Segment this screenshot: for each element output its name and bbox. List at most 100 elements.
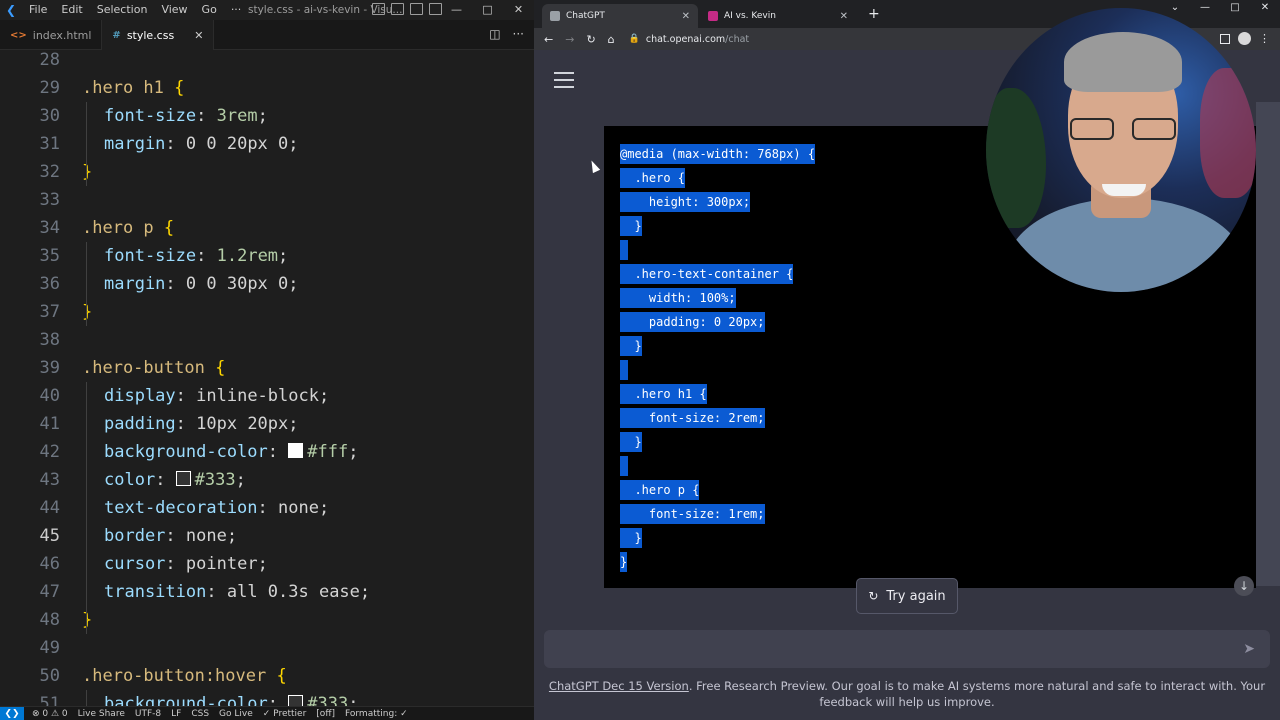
code-line[interactable]: 48} [0,606,534,634]
profile-avatar[interactable] [1238,32,1251,45]
send-icon[interactable]: ➤ [1243,641,1255,657]
encoding-indicator[interactable]: UTF-8 [135,709,161,719]
problems-indicator[interactable]: ⊗ 0 ⚠ 0 [32,709,68,719]
footer-disclaimer: ChatGPT Dec 15 Version. Free Research Pr… [548,678,1266,710]
eol-indicator[interactable]: LF [171,709,181,719]
try-again-button[interactable]: ↻ Try again [856,578,958,614]
formatting-status[interactable]: Formatting: ✓ [345,709,408,719]
code-line[interactable]: 32} [0,158,534,186]
css-selector: .hero-button:hover [82,666,267,686]
line-number: 45 [39,526,60,546]
selected-code-text: font-size: 2rem; [620,408,765,428]
remote-indicator-icon[interactable]: ❮❯ [0,706,24,720]
browser-tab-ai-vs-kevin[interactable]: AI vs. Kevin ✕ [700,4,856,28]
version-link[interactable]: ChatGPT Dec 15 Version [549,679,689,693]
menu-view[interactable]: View [154,0,194,20]
code-editor[interactable]: 28 29 .hero h1 {30 font-size: 3rem; 31 margin… [0,50,534,706]
code-line[interactable]: 49 [0,634,534,662]
go-live-button[interactable]: Go Live [219,709,253,719]
person-hair-shape [1064,32,1182,92]
tab-style-css[interactable]: # style.css ✕ [102,20,215,50]
sidebar-toggle-icon[interactable] [1220,33,1230,44]
line-number: 51 [39,694,60,706]
off-status[interactable]: [off] [316,709,335,719]
chevron-down-icon[interactable]: ⌄ [1160,0,1190,16]
code-line[interactable]: 44 text-decoration: none; [0,494,534,522]
code-block-line: font-size: 2rem; [620,406,765,430]
close-window-icon[interactable]: ✕ [503,0,534,20]
code-line[interactable]: 29 .hero h1 { [0,74,534,102]
language-mode[interactable]: CSS [191,709,209,719]
editor-actions: ◫ ··· [489,27,524,41]
code-line[interactable]: 37} [0,298,534,326]
color-swatch[interactable] [288,695,304,706]
code-line[interactable]: 36 margin: 0 0 30px 0; [0,270,534,298]
close-tab-icon[interactable]: ✕ [682,11,690,22]
color-swatch[interactable] [288,443,304,458]
code-line[interactable]: 40 display: inline-block; [0,382,534,410]
css-property: margin [104,274,166,294]
color-swatch[interactable] [175,471,191,486]
close-tab-icon[interactable]: ✕ [840,11,848,22]
close-window-icon[interactable]: ✕ [1250,0,1280,16]
prettier-status[interactable]: ✓ Prettier [263,709,307,719]
toggle-secondary-sidebar-icon[interactable] [410,3,423,15]
maximize-icon[interactable]: □ [472,0,503,20]
home-icon[interactable]: ⌂ [608,33,615,46]
code-line[interactable]: 50 .hero-button:hover { [0,662,534,690]
browser-menu-icon[interactable]: ⋮ [1259,32,1270,45]
url-host: chat.openai.com [645,33,726,45]
close-tab-icon[interactable]: ✕ [194,29,203,42]
reload-icon[interactable]: ↻ [586,33,595,46]
code-text: margin: 0 0 30px 0; [104,274,299,294]
code-line[interactable]: 33 [0,186,534,214]
lock-icon[interactable]: 🔒 [629,34,640,44]
live-share-button[interactable]: Live Share [78,709,125,719]
menu-icon[interactable] [554,72,574,93]
kevin-favicon-icon [708,11,718,21]
html-file-icon: <> [10,29,27,41]
toggle-sidebar-icon[interactable] [372,3,385,15]
selected-code-text: } [620,528,642,548]
css-property: display [104,386,176,406]
code-line[interactable]: 46 cursor: pointer; [0,550,534,578]
forward-icon[interactable]: → [565,33,574,46]
code-line[interactable]: 39 .hero-button { [0,354,534,382]
menu-edit[interactable]: Edit [54,0,89,20]
prompt-input[interactable]: ➤ [544,630,1270,668]
address-bar[interactable]: 🔒 chat.openai.com/chat [629,34,750,45]
code-line[interactable]: 30 font-size: 3rem; [0,102,534,130]
selected-code-text: .hero h1 { [620,384,707,404]
code-line[interactable]: 41 padding: 10px 20px; [0,410,534,438]
browser-tab-chatgpt[interactable]: ChatGPT ✕ [542,4,698,28]
minimize-icon[interactable]: — [1190,0,1220,16]
code-line[interactable]: 28 [0,50,534,74]
tab-index-html[interactable]: <> index.html [0,20,103,50]
menu-selection[interactable]: Selection [90,0,155,20]
minimize-icon[interactable]: — [441,0,472,20]
scroll-down-icon[interactable]: ↓ [1234,576,1254,596]
vscode-title-bar: ❮ File Edit Selection View Go ··· style.… [0,0,534,20]
new-tab-icon[interactable]: + [868,6,880,22]
indent-guide [86,242,87,326]
more-actions-icon[interactable]: ··· [513,27,524,41]
menu-file[interactable]: File [22,0,54,20]
url-path: /chat [725,33,750,45]
menu-go[interactable]: Go [195,0,224,20]
code-line[interactable]: 51 background-color: #333; [0,690,534,706]
code-line[interactable]: 31 margin: 0 0 20px 0; [0,130,534,158]
menu-more[interactable]: ··· [224,0,249,20]
tab-label: style.css [126,28,175,42]
code-line[interactable]: 43 color: #333; [0,466,534,494]
code-line[interactable]: 45 border: none; [0,522,534,550]
split-editor-icon[interactable]: ◫ [489,27,500,41]
code-line[interactable]: 47 transition: all 0.3s ease; [0,578,534,606]
code-line[interactable]: 42 background-color: #fff; [0,438,534,466]
toggle-panel-icon[interactable] [391,3,404,15]
code-line[interactable]: 38 [0,326,534,354]
maximize-icon[interactable]: □ [1220,0,1250,16]
code-line[interactable]: 34 .hero p { [0,214,534,242]
back-icon[interactable]: ← [544,33,553,46]
line-number: 32 [39,162,60,182]
code-line[interactable]: 35 font-size: 1.2rem; [0,242,534,270]
